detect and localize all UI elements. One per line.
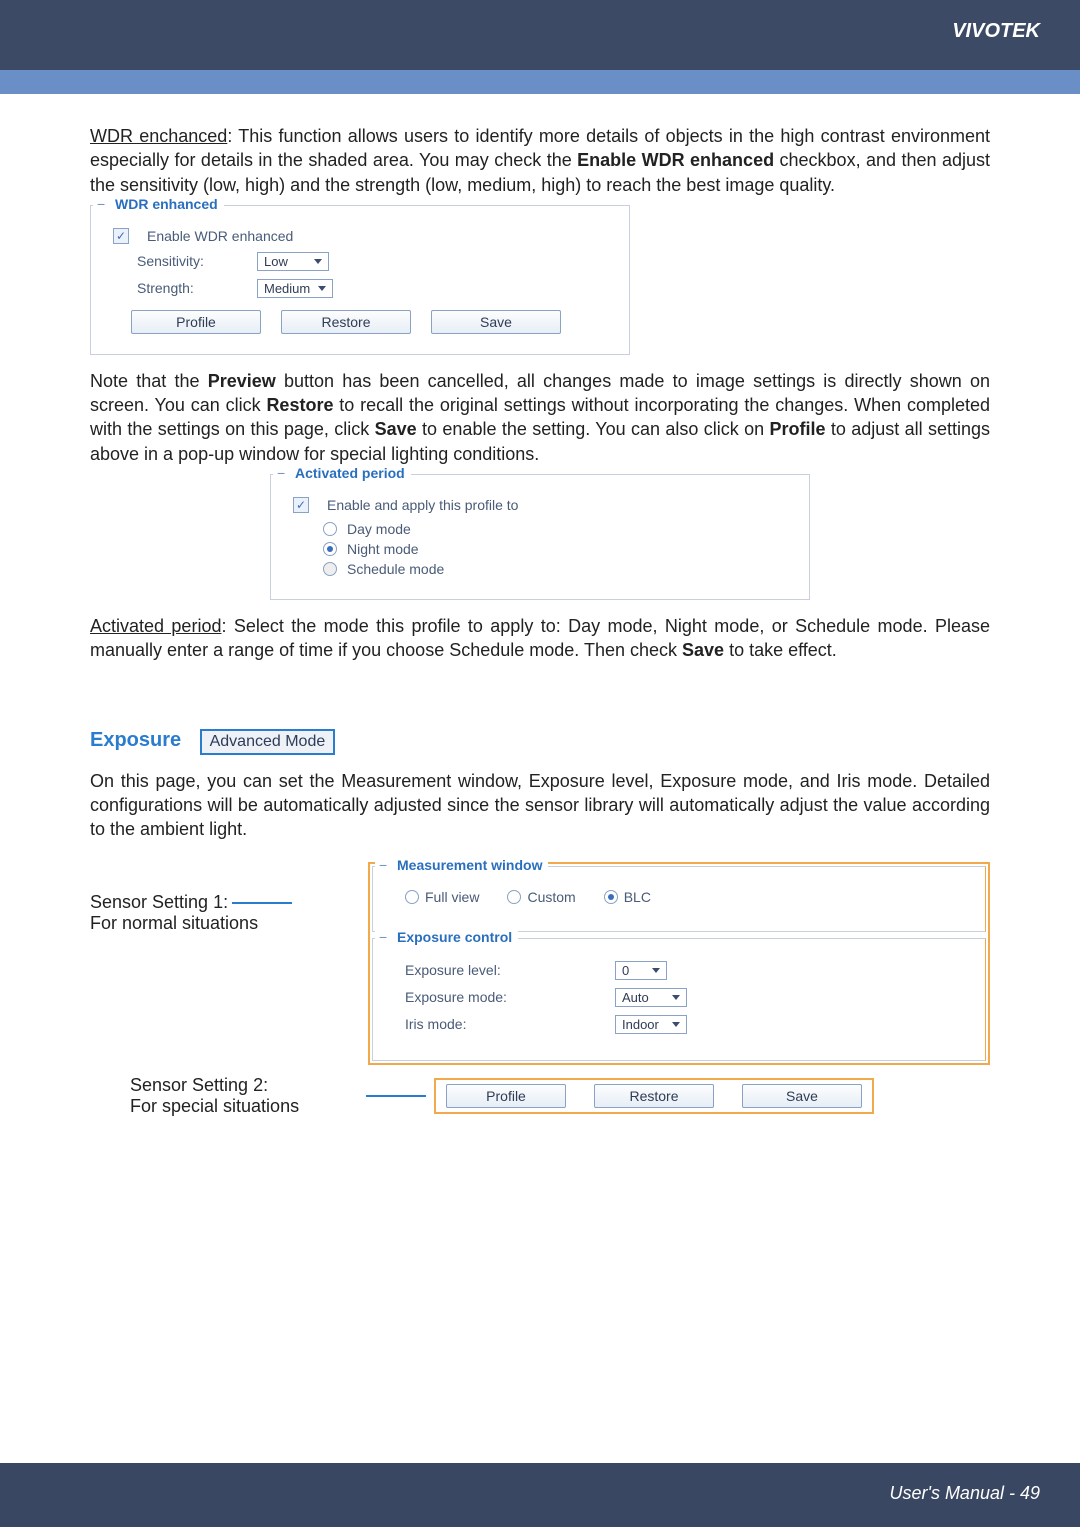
night-mode-label: Night mode [347, 541, 419, 557]
chevron-down-icon [314, 259, 322, 264]
sensitivity-label: Sensitivity: [137, 253, 247, 269]
exposure-control-panel: − Exposure control Exposure level: 0 Exp… [372, 938, 986, 1061]
advanced-mode-badge: Advanced Mode [200, 729, 336, 755]
strength-label: Strength: [137, 280, 247, 296]
night-mode-radio[interactable] [323, 542, 337, 556]
collapse-icon[interactable]: − [93, 196, 109, 212]
activated-period-description: Activated period: Select the mode this p… [90, 614, 990, 663]
exposure-heading-row: Exposure Advanced Mode [90, 729, 990, 755]
sensor-setting-1-label: Sensor Setting 1: For normal situations [90, 862, 360, 934]
page-header: VIVOTEK [0, 0, 1080, 70]
chevron-down-icon [652, 968, 660, 973]
day-mode-label: Day mode [347, 521, 411, 537]
exposure-level-label: Exposure level: [405, 962, 605, 978]
restore-button[interactable]: Restore [594, 1084, 714, 1108]
chevron-down-icon [672, 995, 680, 1000]
collapse-icon[interactable]: − [375, 929, 391, 945]
measurement-window-panel: − Measurement window Full view Custom BL… [372, 866, 986, 932]
wdr-enhanced-panel: − WDR enhanced ✓ Enable WDR enhanced Sen… [90, 205, 630, 355]
schedule-mode-label: Schedule mode [347, 561, 444, 577]
chevron-down-icon [318, 286, 326, 291]
exposure-description: On this page, you can set the Measuremen… [90, 769, 990, 842]
schedule-mode-radio[interactable] [323, 562, 337, 576]
exposure-level-select[interactable]: 0 [615, 961, 667, 980]
sensitivity-select[interactable]: Low [257, 252, 329, 271]
wdr-description: WDR enchanced: This function allows user… [90, 124, 990, 197]
day-mode-radio[interactable] [323, 522, 337, 536]
save-button[interactable]: Save [431, 310, 561, 334]
blc-radio[interactable] [604, 890, 618, 904]
enable-wdr-label: Enable WDR enhanced [147, 228, 293, 244]
exposure-control-legend: Exposure control [391, 929, 518, 945]
wdr-legend: WDR enhanced [109, 196, 224, 212]
wdr-term: WDR enchanced [90, 126, 227, 146]
sensor-1-frame: − Measurement window Full view Custom BL… [368, 862, 990, 1065]
page-footer: User's Manual - 49 [0, 1463, 1080, 1527]
enable-wdr-checkbox[interactable]: ✓ [113, 228, 129, 244]
save-button[interactable]: Save [742, 1084, 862, 1108]
strength-select[interactable]: Medium [257, 279, 333, 298]
activated-period-legend: Activated period [289, 465, 411, 481]
measurement-window-legend: Measurement window [391, 857, 548, 873]
exposure-mode-label: Exposure mode: [405, 989, 605, 1005]
sensor-setting-2-label: Sensor Setting 2: For special situations [90, 1075, 358, 1117]
exposure-mode-select[interactable]: Auto [615, 988, 687, 1007]
iris-mode-label: Iris mode: [405, 1016, 605, 1032]
chevron-down-icon [672, 1022, 680, 1027]
exposure-title: Exposure [90, 729, 181, 752]
profile-button[interactable]: Profile [131, 310, 261, 334]
full-view-radio[interactable] [405, 890, 419, 904]
collapse-icon[interactable]: − [375, 857, 391, 873]
enable-profile-label: Enable and apply this profile to [327, 497, 518, 513]
callout-line-icon [366, 1095, 426, 1097]
profile-button[interactable]: Profile [446, 1084, 566, 1108]
activated-period-panel: − Activated period ✓ Enable and apply th… [270, 474, 810, 600]
collapse-icon[interactable]: − [273, 465, 289, 481]
restore-button[interactable]: Restore [281, 310, 411, 334]
enable-profile-checkbox[interactable]: ✓ [293, 497, 309, 513]
note-paragraph: Note that the Preview button has been ca… [90, 369, 990, 466]
header-accent-bar [0, 70, 1080, 94]
iris-mode-select[interactable]: Indoor [615, 1015, 687, 1034]
callout-line-icon [232, 902, 292, 904]
custom-radio[interactable] [507, 890, 521, 904]
